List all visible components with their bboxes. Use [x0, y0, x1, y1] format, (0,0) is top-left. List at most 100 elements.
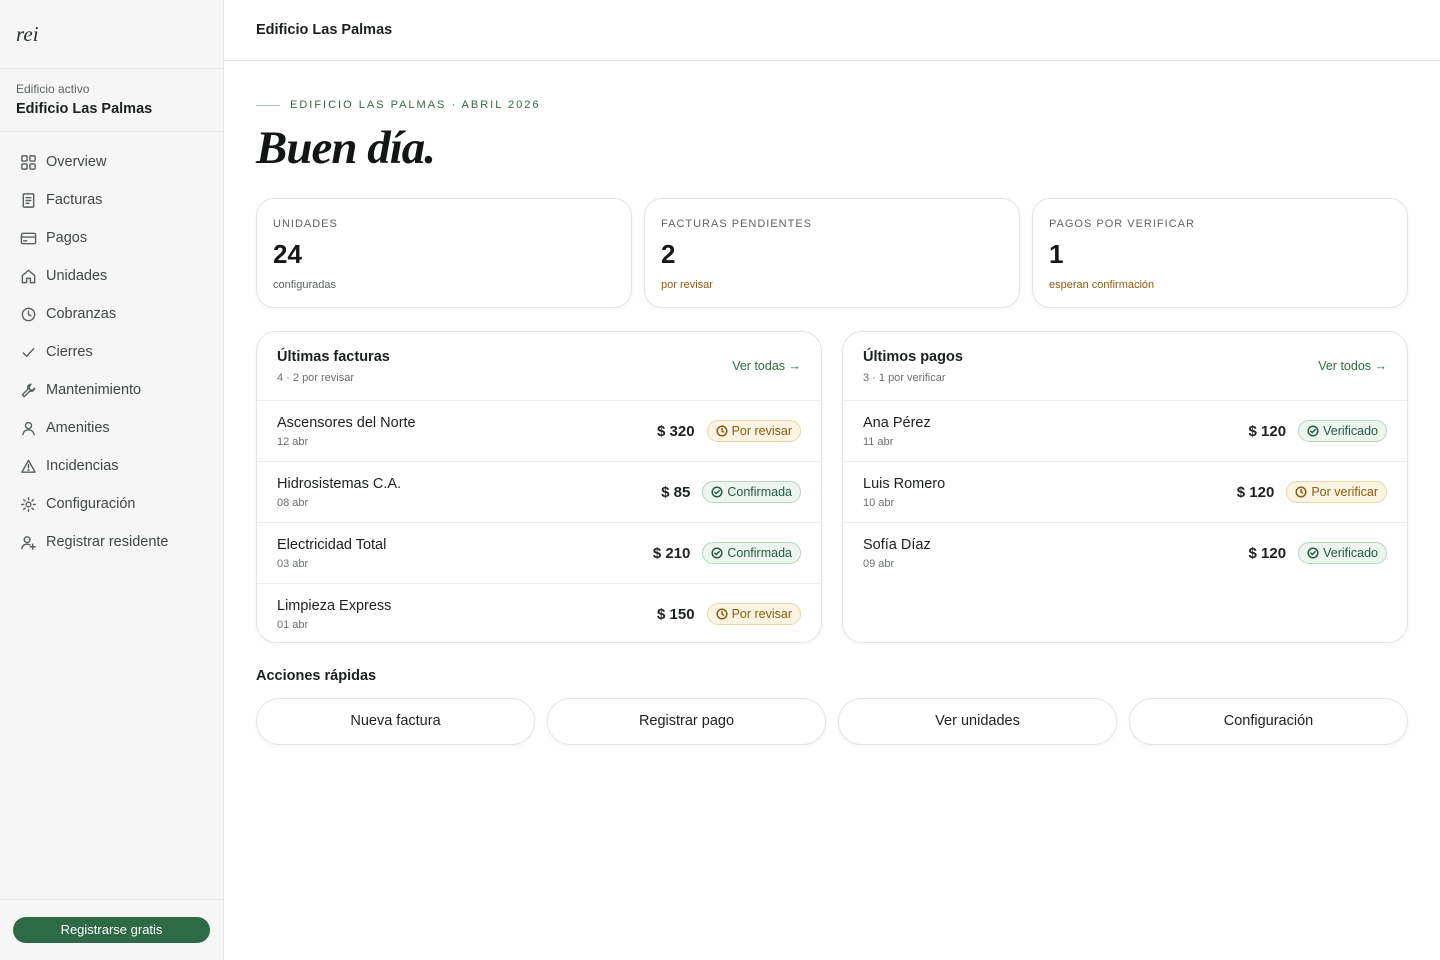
sidebar-item-registrar-residente[interactable]: Registrar residente — [0, 523, 223, 561]
sidebar-item-amenities[interactable]: Amenities — [0, 409, 223, 447]
sidebar-item-label: Cierres — [46, 344, 93, 360]
home-icon — [19, 267, 37, 285]
status-label: Confirmada — [727, 485, 792, 499]
stat-card-facturas-pendientes[interactable]: FACTURAS PENDIENTES 2 por revisar — [644, 198, 1020, 308]
quick-actions: Nueva factura Registrar pago Ver unidade… — [256, 698, 1408, 745]
sidebar-item-label: Cobranzas — [46, 306, 117, 322]
stat-card-unidades[interactable]: UNIDADES 24 configuradas — [256, 198, 632, 308]
row-right: $ 210 Confirmada — [653, 542, 801, 564]
status-badge: Por revisar — [706, 420, 801, 442]
sidebar-item-facturas[interactable]: Facturas — [0, 181, 223, 219]
sidebar-footer: Registrarse gratis — [0, 899, 223, 960]
table-row[interactable]: Limpieza Express 01 abr $ 150 Por revisa… — [257, 584, 821, 642]
sidebar-item-label: Incidencias — [46, 458, 119, 474]
status-badge: Confirmada — [702, 481, 801, 503]
stat-sub: por revisar — [661, 279, 713, 291]
table-row[interactable]: Luis Romero 10 abr $ 120 Por verificar — [843, 462, 1407, 523]
table-row[interactable]: Ascensores del Norte 12 abr $ 320 Por re… — [257, 401, 821, 462]
settings-button[interactable]: Configuración — [1129, 698, 1408, 745]
user-plus-icon — [19, 533, 37, 551]
sidebar-item-label: Unidades — [46, 268, 108, 284]
sidebar-item-cierres[interactable]: Cierres — [0, 333, 223, 371]
status-badge: Por revisar — [706, 603, 801, 625]
sidebar-item-configuracion[interactable]: Configuración — [0, 485, 223, 523]
row-right: $ 120 Verificado — [1249, 420, 1387, 442]
register-payment-button[interactable]: Registrar pago — [547, 698, 826, 745]
active-building[interactable]: Edificio activo Edificio Las Palmas — [0, 69, 223, 132]
status-badge: Verificado — [1298, 542, 1387, 564]
eyebrow-text: EDIFICIO LAS PALMAS · ABRIL 2026 — [290, 99, 541, 111]
sidebar-item-cobranzas[interactable]: Cobranzas — [0, 295, 223, 333]
check-icon — [19, 343, 37, 361]
quick-actions-title: Acciones rápidas — [256, 668, 377, 684]
stat-sub: configuradas — [273, 279, 336, 291]
row-amount: $ 150 — [657, 605, 695, 623]
check-circle-icon — [1307, 547, 1319, 559]
sidebar-item-label: Mantenimiento — [46, 382, 142, 398]
stat-value: 24 — [273, 239, 302, 269]
payments-view-all-link[interactable]: Ver todos → — [1318, 359, 1387, 373]
eyebrow-divider — [256, 104, 280, 106]
check-circle-icon — [1307, 425, 1319, 437]
user-icon — [19, 419, 37, 437]
sidebar-item-unidades[interactable]: Unidades — [0, 257, 223, 295]
check-circle-icon — [711, 547, 723, 559]
sidebar-nav: Overview Facturas Pagos Unidades Cobranz… — [0, 132, 223, 561]
row-right: $ 320 Por revisar — [657, 420, 801, 442]
stat-value: 1 — [1049, 239, 1064, 269]
invoices-panel: Últimas facturas 4 · 2 por revisar Ver t… — [256, 331, 822, 643]
hero-eyebrow: EDIFICIO LAS PALMAS · ABRIL 2026 — [256, 99, 1408, 111]
app-logo[interactable]: rei — [0, 0, 223, 69]
status-badge: Confirmada — [702, 542, 801, 564]
table-row[interactable]: Sofía Díaz 09 abr $ 120 Verificado — [843, 523, 1407, 584]
row-amount: $ 120 — [1248, 544, 1287, 562]
stat-card-pagos-por-verificar[interactable]: PAGOS POR VERIFICAR 1 esperan confirmaci… — [1032, 198, 1408, 308]
gear-icon — [19, 495, 37, 513]
new-invoice-button[interactable]: Nueva factura — [256, 698, 535, 745]
row-right: $ 120 Por verificar — [1237, 481, 1387, 503]
invoices-view-all-link[interactable]: Ver todas → — [732, 359, 801, 373]
payments-panel: Últimos pagos 3 · 1 por verificar Ver to… — [842, 331, 1408, 643]
dashboard-main: EDIFICIO LAS PALMAS · ABRIL 2026 Buen dí… — [256, 61, 1408, 745]
table-row[interactable]: Hidrosistemas C.A. 08 abr $ 85 Confirmad… — [257, 462, 821, 523]
row-amount: $ 210 — [652, 544, 691, 562]
sidebar-item-label: Facturas — [46, 192, 103, 208]
greeting-heading: Buen día. — [256, 122, 436, 174]
sidebar-item-label: Amenities — [46, 420, 110, 436]
invoices-title: Últimas facturas — [277, 349, 390, 365]
sidebar-item-label: Pagos — [46, 230, 88, 246]
signup-button[interactable]: Registrarse gratis — [13, 917, 210, 943]
sidebar-item-incidencias[interactable]: Incidencias — [0, 447, 223, 485]
sidebar-item-overview[interactable]: Overview — [0, 143, 223, 181]
status-label: Por revisar — [731, 424, 792, 438]
row-amount: $ 320 — [657, 422, 695, 440]
sidebar: rei Edificio activo Edificio Las Palmas … — [0, 0, 224, 960]
status-label: Por verificar — [1311, 485, 1378, 499]
sidebar-item-pagos[interactable]: Pagos — [0, 219, 223, 257]
header-title: Edificio Las Palmas — [256, 22, 393, 38]
payments-subtitle: 3 · 1 por verificar — [863, 372, 946, 384]
row-amount: $ 120 — [1236, 483, 1275, 501]
sidebar-item-mantenimiento[interactable]: Mantenimiento — [0, 371, 223, 409]
status-badge: Verificado — [1298, 420, 1387, 442]
view-units-button[interactable]: Ver unidades — [838, 698, 1117, 745]
warning-icon — [19, 457, 37, 475]
payments-panel-header: Últimos pagos 3 · 1 por verificar Ver to… — [843, 332, 1407, 401]
invoices-subtitle: 4 · 2 por revisar — [277, 372, 355, 384]
clock-icon — [716, 425, 728, 437]
clock-icon — [716, 608, 728, 620]
table-row[interactable]: Ana Pérez 11 abr $ 120 Verificado — [843, 401, 1407, 462]
credit-card-icon — [19, 229, 37, 247]
stat-label: UNIDADES — [273, 218, 338, 230]
panels-row: Últimas facturas 4 · 2 por revisar Ver t… — [256, 331, 1408, 643]
status-label: Verificado — [1323, 424, 1378, 438]
active-building-name: Edificio Las Palmas — [16, 101, 153, 117]
stat-label: FACTURAS PENDIENTES — [661, 218, 813, 230]
table-row[interactable]: Electricidad Total 03 abr $ 210 Confirma… — [257, 523, 821, 584]
status-label: Por revisar — [731, 607, 792, 621]
row-right: $ 120 Verificado — [1249, 542, 1387, 564]
document-icon — [19, 191, 37, 209]
row-amount: $ 85 — [661, 483, 691, 501]
status-label: Confirmada — [727, 546, 792, 560]
sidebar-item-label: Overview — [46, 154, 107, 170]
